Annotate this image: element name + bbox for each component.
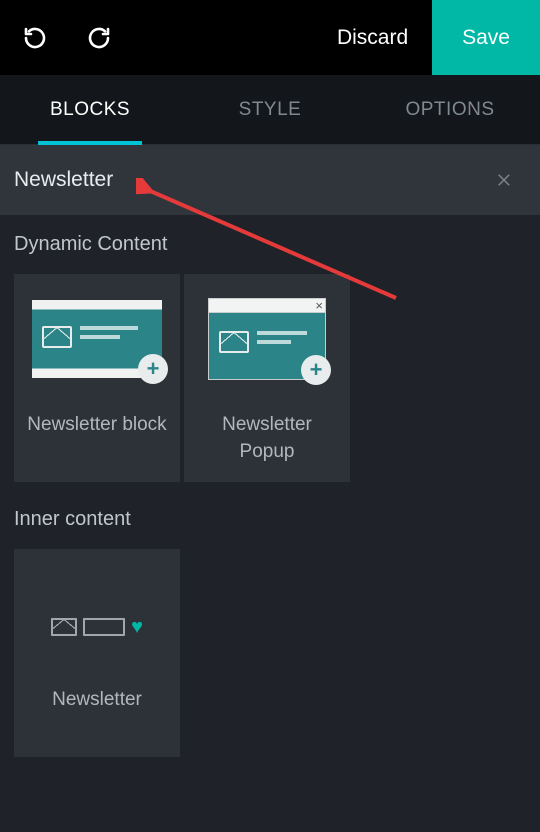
tabs-row: BLOCKS STYLE OPTIONS [0, 75, 540, 145]
block-label: Newsletter Popup [184, 412, 350, 465]
heart-icon: ♥ [131, 616, 143, 639]
envelope-icon [42, 326, 72, 348]
blocks-panel: Dynamic Content + Newsletter block × [0, 215, 540, 775]
newsletter-block-preview: + [32, 300, 162, 378]
block-preview: ♥ [32, 569, 162, 659]
undo-button[interactable] [20, 23, 50, 53]
inner-blocks-grid: ♥ Newsletter [14, 549, 526, 757]
newsletter-inner-preview: ♥ [51, 590, 143, 639]
tab-style[interactable]: STYLE [180, 75, 360, 144]
tab-options[interactable]: OPTIONS [360, 75, 540, 144]
topbar: Discard Save [0, 0, 540, 75]
block-newsletter-popup[interactable]: × + Newsletter Popup [184, 274, 350, 482]
text-lines-icon [257, 331, 307, 349]
newsletter-popup-preview: × + [208, 298, 326, 380]
plus-icon: + [138, 354, 168, 384]
close-icon: × [315, 298, 323, 313]
envelope-icon [51, 618, 77, 636]
search-input[interactable] [14, 168, 492, 192]
block-newsletter-block[interactable]: + Newsletter block [14, 274, 180, 482]
save-button[interactable]: Save [432, 0, 540, 75]
clear-search-button[interactable] [492, 167, 518, 193]
window-titlebar-icon: × [209, 299, 325, 313]
close-icon [496, 171, 514, 189]
block-preview: × + [202, 294, 332, 384]
section-title-inner: Inner content [14, 508, 526, 531]
block-preview: + [32, 294, 162, 384]
dynamic-blocks-grid: + Newsletter block × + Newsletter Popup [14, 274, 526, 482]
redo-icon [87, 26, 111, 50]
block-label: Newsletter block [17, 412, 176, 439]
undo-icon [23, 26, 47, 50]
block-newsletter-inner[interactable]: ♥ Newsletter [14, 549, 180, 757]
plus-icon: + [301, 355, 331, 385]
discard-button[interactable]: Discard [313, 0, 432, 75]
block-label: Newsletter [42, 687, 152, 714]
tab-blocks[interactable]: BLOCKS [0, 75, 180, 144]
section-title-dynamic: Dynamic Content [14, 233, 526, 256]
envelope-icon [219, 331, 249, 353]
search-row [0, 145, 540, 215]
input-field-icon [83, 618, 125, 636]
text-lines-icon [80, 326, 138, 344]
redo-button[interactable] [84, 23, 114, 53]
